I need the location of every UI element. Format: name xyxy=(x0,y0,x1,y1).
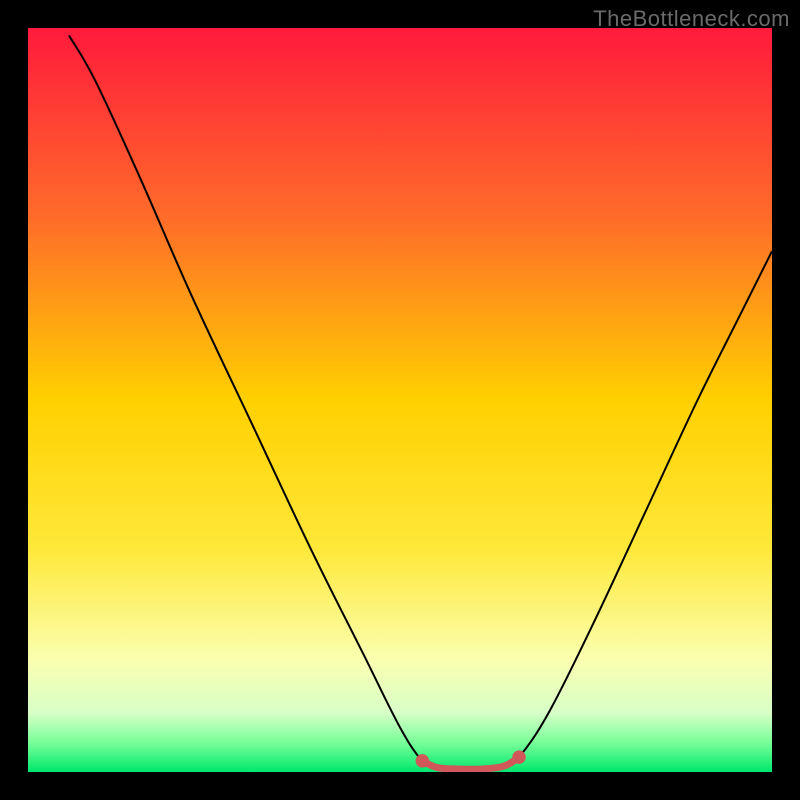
optimal-zone-endpoint xyxy=(512,750,525,763)
optimal-zone-endpoint xyxy=(416,754,429,767)
watermark-text: TheBottleneck.com xyxy=(593,6,790,32)
chart-background xyxy=(28,28,772,772)
bottleneck-chart xyxy=(28,28,772,772)
